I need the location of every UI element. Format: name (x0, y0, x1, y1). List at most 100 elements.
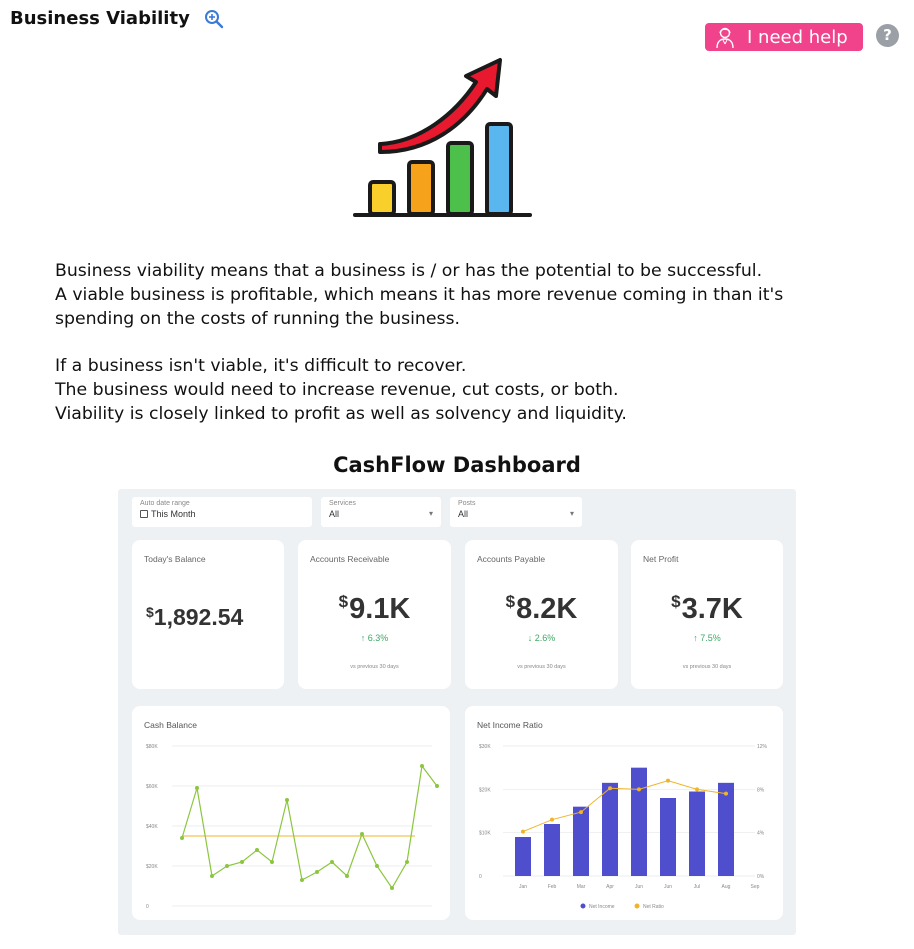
kpi-note: vs previous 30 days (517, 664, 566, 670)
y-tick-label: $80K (146, 744, 158, 750)
bar (602, 782, 618, 876)
bar (718, 782, 734, 876)
kpi-label: Accounts Receivable (310, 554, 390, 564)
x-tick-label: Sep (751, 884, 760, 890)
y-tick-label: $30K (479, 744, 491, 750)
kpi-card-receivable: Accounts Receivable $9.1K ↑ 6.3% vs prev… (298, 540, 451, 689)
filter-label: Posts (458, 500, 476, 507)
ratio-point (521, 829, 525, 834)
kpi-change: ↑ 7.5% (693, 633, 721, 643)
kpi-value: $3.7K (671, 592, 743, 625)
x-tick-label: Apr (606, 884, 614, 890)
kpi-card-balance: Today's Balance $1,892.54 (132, 540, 284, 689)
legend-label: Net Income (589, 904, 615, 910)
data-point (405, 860, 409, 864)
kpi-value: $1,892.54 (146, 604, 244, 630)
x-tick-label: Jun (664, 884, 672, 890)
ratio-point (666, 778, 670, 783)
legend-marker (580, 903, 586, 909)
zoom-in-icon[interactable] (203, 8, 225, 30)
bar (544, 824, 560, 876)
x-tick-label: Aug (722, 884, 731, 890)
ratio-point (550, 817, 554, 822)
kpi-label: Net Profit (643, 554, 679, 564)
intro-line: Business viability means that a business… (55, 261, 763, 281)
data-point (420, 764, 424, 768)
filter-value: All (329, 509, 340, 519)
filter-value: All (458, 509, 469, 519)
bar (660, 798, 676, 876)
y-right-tick-label: 8% (757, 787, 765, 793)
intro-line: The business would need to increase reve… (55, 380, 619, 400)
bar (573, 806, 589, 876)
y-right-tick-label: 12% (757, 744, 768, 750)
y-right-tick-label: 4% (757, 831, 765, 837)
bar (631, 767, 647, 876)
ratio-point (608, 786, 612, 791)
intro-text: Business viability means that a business… (55, 259, 905, 426)
data-point (345, 874, 349, 878)
calendar-icon (140, 510, 148, 518)
series-line (181, 764, 438, 890)
data-point (240, 860, 244, 864)
chevron-down-icon: ▾ (569, 509, 574, 518)
posts-filter[interactable]: Posts All ▾ (450, 497, 582, 527)
y-tick-label: 0 (479, 874, 482, 880)
intro-line: Viability is closely linked to profit as… (55, 404, 627, 424)
help-button[interactable]: I need help (705, 23, 863, 51)
kpi-note: vs previous 30 days (682, 664, 732, 670)
data-point (225, 864, 229, 868)
net-income-ratio-plot: $30K 12% $20K 8% $10K 4% 0 0% Jan Feb Mar Apr Jun Jun… (479, 744, 768, 910)
data-point (360, 832, 364, 836)
chevron-down-icon: ▾ (428, 509, 433, 518)
intro-line: spending on the costs of running the bus… (55, 309, 460, 329)
y-tick-label: $20K (479, 787, 491, 793)
x-tick-label: Mar (577, 884, 586, 890)
kpi-change: ↓ 2.6% (527, 633, 556, 643)
x-tick-label: Jun (635, 884, 643, 890)
y-tick-label: $10K (479, 831, 491, 837)
ratio-point (579, 810, 583, 815)
kpi-value: $9.1K (338, 592, 411, 625)
x-tick-label: Jul (694, 884, 700, 890)
y-tick-label: $40K (146, 824, 158, 830)
data-point (375, 864, 379, 868)
services-filter[interactable]: Services All ▾ (321, 497, 441, 527)
page-title: Business Viability (10, 8, 190, 29)
kpi-label: Accounts Payable (477, 554, 546, 564)
legend-marker (634, 903, 640, 909)
cash-balance-chart: Cash Balance $80K $60K $40K $20K 0 (132, 706, 450, 920)
support-person-icon (716, 27, 734, 49)
cash-balance-plot: $80K $60K $40K $20K 0 (146, 744, 439, 910)
ratio-point (695, 787, 699, 792)
kpi-label: Today's Balance (144, 554, 206, 564)
kpi-card-payable: Accounts Payable $8.2K ↓ 2.6% vs previou… (465, 540, 618, 689)
data-point (300, 878, 304, 882)
legend-label: Net Ratio (643, 904, 664, 910)
growth-chart-icon (353, 58, 532, 217)
data-point (435, 784, 439, 788)
date-range-filter[interactable]: Auto date range This Month (132, 497, 312, 527)
kpi-note: vs previous 30 days (350, 664, 399, 670)
bar (515, 837, 531, 876)
question-icon[interactable]: ? (876, 24, 899, 47)
y-tick-label: 0 (146, 904, 149, 910)
y-tick-label: $60K (146, 784, 158, 790)
ratio-point (724, 791, 728, 796)
filter-label: Auto date range (140, 500, 190, 507)
data-point (270, 860, 274, 864)
cashflow-dashboard: Auto date range This Month Services All … (118, 489, 796, 935)
x-tick-label: Feb (548, 884, 557, 890)
bar (689, 791, 705, 876)
dashboard-title: CashFlow Dashboard (333, 453, 581, 477)
data-point (330, 860, 334, 864)
kpi-value: $8.2K (505, 592, 578, 625)
y-right-tick-label: 0% (757, 874, 765, 880)
net-income-ratio-chart: Net Income Ratio $30K 12% $20K 8% $10K 4% 0 0% J… (465, 706, 783, 920)
filter-label: Services (329, 500, 356, 507)
data-point (390, 886, 394, 890)
filter-value: This Month (151, 509, 196, 519)
x-tick-label: Jan (519, 884, 527, 890)
kpi-change: ↑ 6.3% (360, 633, 389, 643)
y-tick-label: $20K (146, 864, 158, 870)
